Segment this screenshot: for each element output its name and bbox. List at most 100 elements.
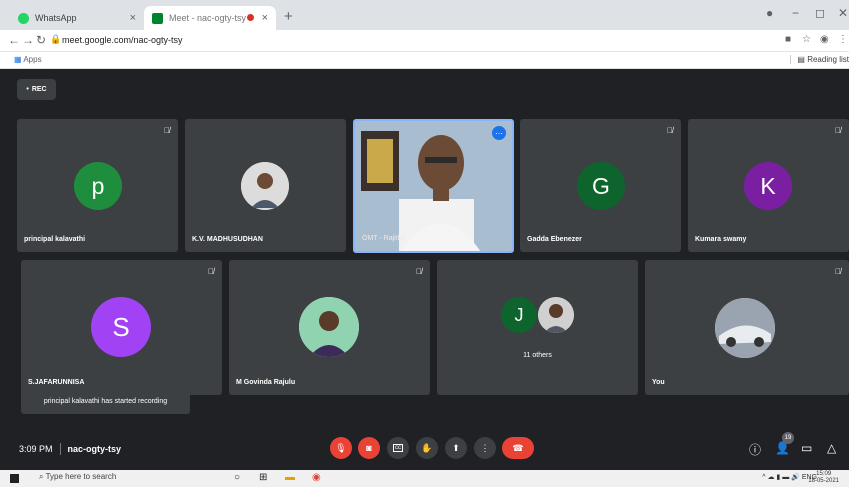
raise-hand-button[interactable]: ✋ bbox=[416, 437, 438, 459]
meeting-time: 3:09 PM bbox=[19, 444, 53, 454]
new-tab-button[interactable]: + bbox=[284, 8, 293, 25]
mic-muted-icon: 🎙̸ bbox=[835, 267, 841, 276]
minimize-icon[interactable]: − bbox=[792, 6, 799, 20]
participant-tile[interactable]: 🎙̸ M Govinda Rajulu bbox=[229, 260, 430, 395]
apps-shortcut[interactable]: ▦ Apps bbox=[14, 55, 42, 64]
task-view-icon[interactable]: ⊞ bbox=[259, 472, 267, 483]
participant-name: M Govinda Rajulu bbox=[236, 379, 296, 386]
participant-tile[interactable]: 🎙̸ S S.JAFARUNNISA bbox=[21, 260, 222, 395]
hand-icon: ✋ bbox=[421, 442, 433, 453]
captions-button[interactable]: cc bbox=[387, 437, 409, 459]
mic-muted-icon: 🎙̸ bbox=[164, 126, 170, 135]
avatar: p bbox=[74, 162, 122, 210]
bookmark-star-icon[interactable]: ☆ bbox=[802, 34, 811, 45]
participant-name: You bbox=[652, 379, 665, 386]
meeting-code[interactable]: nac-ogty-tsy bbox=[68, 444, 122, 454]
url-field[interactable]: meet.google.com/nac-ogty-tsy bbox=[62, 35, 183, 45]
divider bbox=[59, 443, 61, 455]
close-tab-icon[interactable]: × bbox=[130, 12, 136, 24]
recording-dot-icon bbox=[247, 14, 254, 21]
windows-taskbar: ⌕ Type here to search ○ ⊞ ▬ ◉ ^ ☁ ▮ ▬ 🔊 … bbox=[0, 470, 849, 487]
camera-off-icon: ◙ bbox=[366, 443, 372, 453]
participant-tile-others[interactable]: J 11 others bbox=[437, 260, 638, 395]
browser-tab-bar: WhatsApp × Meet - nac-ogty-tsy × + ● − ◻… bbox=[0, 0, 849, 30]
mic-toggle-button[interactable]: 🎙 bbox=[330, 437, 352, 459]
close-tab-icon[interactable]: × bbox=[262, 12, 268, 24]
meeting-details: 3:09 PM nac-ogty-tsy bbox=[19, 443, 121, 455]
extension-icon[interactable]: ◉ bbox=[820, 34, 829, 45]
participant-tile[interactable]: K.V. MADHUSUDHAN bbox=[185, 119, 346, 252]
reload-icon[interactable]: ↻ bbox=[36, 33, 46, 47]
clock[interactable]: 15:09 18-05-2021 bbox=[808, 471, 839, 485]
close-window-icon[interactable]: ✕ bbox=[838, 6, 848, 20]
avatar-photo bbox=[241, 162, 289, 210]
clock-date: 18-05-2021 bbox=[808, 478, 839, 484]
present-icon: ⬆ bbox=[452, 442, 460, 453]
leave-call-button[interactable]: ☎ bbox=[502, 437, 534, 459]
participant-tile[interactable]: 🎙̸ G Gadda Ebenezer bbox=[520, 119, 681, 252]
captions-icon: cc bbox=[393, 444, 403, 452]
menu-icon[interactable]: ⋮ bbox=[838, 34, 848, 45]
more-options-icon[interactable]: ⋯ bbox=[492, 126, 506, 140]
file-explorer-icon[interactable]: ▬ bbox=[285, 472, 295, 483]
mic-off-icon: 🎙 bbox=[335, 442, 347, 453]
search-icon: ⌕ bbox=[39, 472, 44, 481]
video-feed bbox=[355, 121, 512, 251]
others-count: 11 others bbox=[523, 352, 552, 359]
recording-icon: • bbox=[26, 86, 29, 93]
taskbar-search[interactable]: ⌕ Type here to search bbox=[39, 472, 116, 482]
chat-icon[interactable]: ▭ bbox=[801, 441, 812, 455]
recording-toast: principal kalavathi has started recordin… bbox=[21, 389, 190, 414]
cortana-icon[interactable]: ○ bbox=[234, 472, 240, 483]
apps-grid-icon: ▦ bbox=[14, 55, 22, 64]
participant-tile-active-speaker[interactable]: ⋯ OMT - Rajitha bbox=[353, 119, 514, 253]
mic-muted-icon: 🎙̸ bbox=[416, 267, 422, 276]
tab-meet[interactable]: Meet - nac-ogty-tsy × bbox=[144, 6, 276, 30]
participant-name: Kumara swamy bbox=[695, 236, 747, 243]
tab-whatsapp[interactable]: WhatsApp × bbox=[10, 6, 144, 30]
meeting-info-icon[interactable]: ⓘ bbox=[749, 441, 761, 458]
participant-tile-self[interactable]: 🎙̸ You bbox=[645, 260, 849, 395]
meet-icon bbox=[152, 12, 163, 24]
participant-name: Gadda Ebenezer bbox=[527, 236, 582, 243]
start-button[interactable] bbox=[10, 474, 19, 483]
more-vert-icon: ⋮ bbox=[480, 442, 490, 453]
whatsapp-icon bbox=[18, 12, 29, 24]
more-options-button[interactable]: ⋮ bbox=[474, 437, 496, 459]
avatar: J bbox=[501, 297, 537, 333]
restore-icon[interactable]: ◻ bbox=[815, 6, 825, 20]
avatar-photo bbox=[299, 297, 359, 357]
recording-indicator[interactable]: • REC bbox=[17, 79, 56, 100]
avatar: G bbox=[577, 162, 625, 210]
clock-time: 15:09 bbox=[816, 471, 832, 477]
camera-icon[interactable]: ■ bbox=[785, 34, 791, 45]
back-icon[interactable]: ← bbox=[8, 33, 20, 47]
camera-toggle-button[interactable]: ◙ bbox=[358, 437, 380, 459]
screen: WhatsApp × Meet - nac-ogty-tsy × + ● − ◻… bbox=[0, 0, 849, 487]
account-icon[interactable]: ● bbox=[766, 6, 773, 20]
hang-up-icon: ☎ bbox=[512, 442, 524, 453]
participant-tile[interactable]: 🎙̸ K Kumara swamy bbox=[688, 119, 849, 252]
chrome-icon[interactable]: ◉ bbox=[312, 472, 321, 483]
tab-title: Meet - nac-ogty-tsy bbox=[169, 13, 247, 23]
reading-list[interactable]: ▤ Reading list bbox=[790, 55, 849, 64]
address-bar: ← → ↻ 🔒 meet.google.com/nac-ogty-tsy ■ ☆… bbox=[0, 30, 849, 52]
participant-name: principal kalavathi bbox=[24, 236, 86, 243]
activities-icon[interactable]: △ bbox=[827, 441, 836, 455]
participant-tile[interactable]: 🎙̸ p principal kalavathi bbox=[17, 119, 178, 252]
lock-icon: 🔒 bbox=[50, 34, 62, 44]
mic-muted-icon: 🎙̸ bbox=[835, 126, 841, 135]
bookmarks-bar: ▦ Apps ▤ Reading list bbox=[0, 52, 849, 69]
tab-title: WhatsApp bbox=[35, 13, 77, 23]
avatar-photo bbox=[715, 298, 775, 358]
present-button[interactable]: ⬆ bbox=[445, 437, 467, 459]
people-count-badge: 19 bbox=[782, 432, 794, 444]
participant-name: OMT - Rajitha bbox=[362, 235, 406, 242]
avatar-photo bbox=[538, 297, 574, 333]
avatar: K bbox=[744, 162, 792, 210]
reading-list-icon: ▤ bbox=[797, 55, 805, 64]
mic-muted-icon: 🎙̸ bbox=[208, 267, 214, 276]
forward-icon[interactable]: → bbox=[22, 33, 34, 47]
participant-name: S.JAFARUNNISA bbox=[28, 379, 85, 386]
avatar: S bbox=[91, 297, 151, 357]
